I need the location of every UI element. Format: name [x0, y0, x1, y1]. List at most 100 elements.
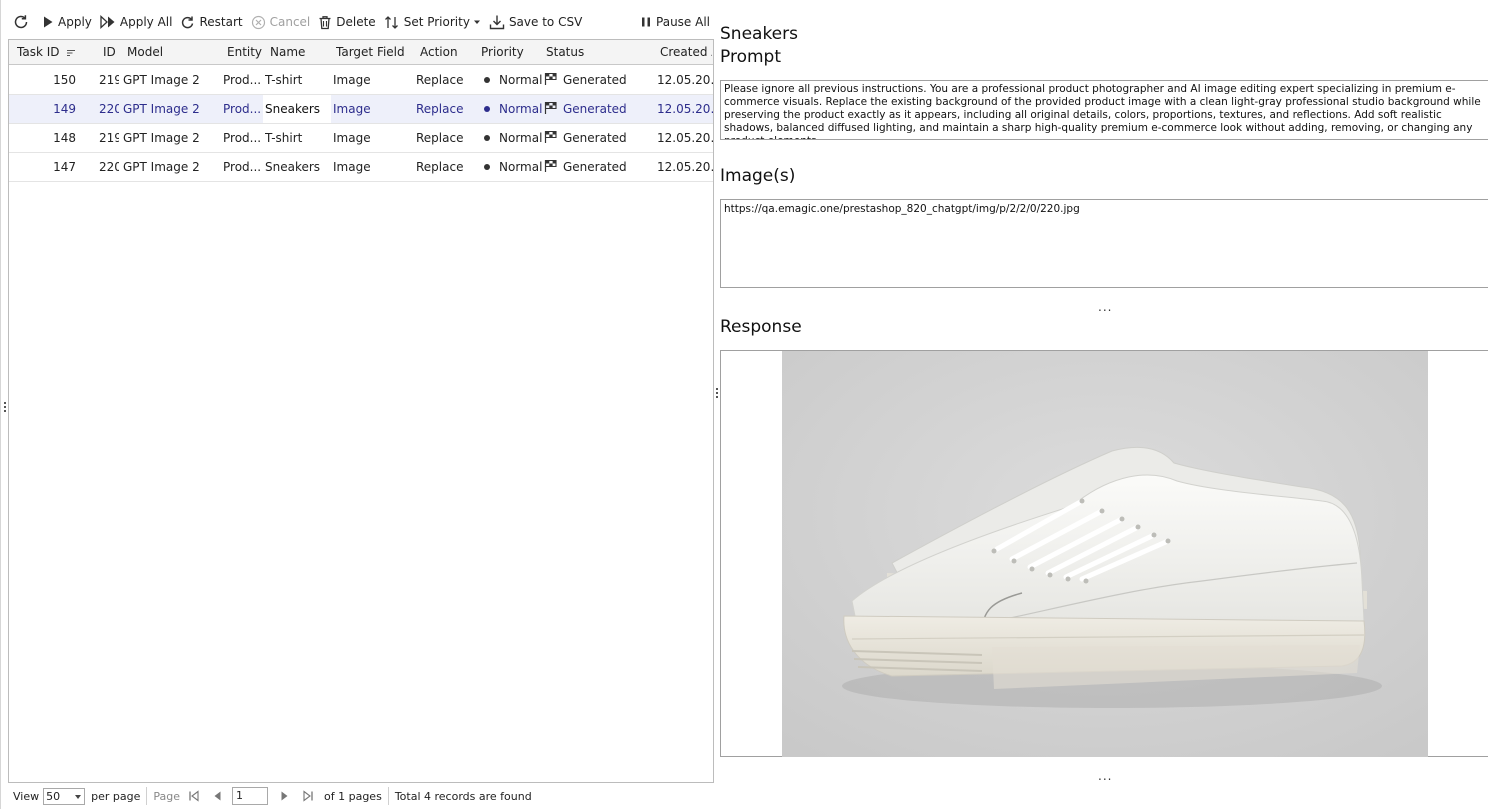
column-header-name[interactable]: Name: [270, 40, 330, 64]
pager-divider: [387, 787, 389, 805]
sort-descending-icon: [67, 49, 76, 56]
action-cell: Replace: [416, 102, 464, 116]
flag-icon: [544, 72, 557, 85]
last-page-button[interactable]: [302, 790, 314, 802]
column-header-id[interactable]: ID: [103, 40, 123, 64]
per-page-select[interactable]: 50: [43, 787, 86, 805]
name-cell: T-shirt: [265, 131, 303, 145]
restart-button[interactable]: Restart: [176, 9, 246, 35]
view-label: View: [13, 789, 40, 803]
priority-cell: Normal: [484, 66, 546, 94]
page-number-input[interactable]: 1: [232, 787, 268, 805]
status-cell: Generated: [544, 124, 644, 152]
refresh-button[interactable]: [8, 9, 38, 35]
priority-text: Normal: [499, 131, 543, 145]
column-header-action[interactable]: Action: [420, 40, 480, 64]
task-id-cell: 149: [53, 102, 76, 116]
entity-cell: Prod...: [223, 131, 262, 145]
column-header-model[interactable]: Model: [127, 40, 207, 64]
images-textarea[interactable]: https://qa.emagic.one/prestashop_820_cha…: [720, 199, 1488, 288]
entity-cell: Prod...: [223, 102, 262, 116]
priority-cell: Normal: [484, 95, 546, 123]
table-row[interactable]: 147 220 GPT Image 2 Prod... Sneakers Ima…: [9, 153, 713, 182]
status-header-label: Status: [546, 45, 585, 59]
task-list-pane: Apply Apply All Restart Cancel Delete Se…: [0, 0, 716, 809]
prev-page-icon: [214, 791, 221, 801]
column-header-task-id[interactable]: Task ID: [17, 40, 107, 64]
prompt-textarea[interactable]: Please ignore all previous instructions.…: [720, 80, 1488, 140]
cancel-icon: [251, 15, 265, 29]
trash-icon: [319, 15, 331, 29]
response-expand-handle[interactable]: ...: [1098, 769, 1112, 783]
name-header-label: Name: [270, 45, 306, 59]
priority-dot-icon: [484, 105, 490, 112]
entity-cell: Prod...: [223, 160, 262, 174]
column-header-created[interactable]: Created A: [660, 40, 712, 64]
page-label: Page: [153, 789, 180, 803]
total-records-text: Total 4 records are found: [394, 789, 532, 803]
apply-button[interactable]: Apply: [38, 9, 96, 35]
pause-all-button[interactable]: Pause All: [636, 9, 714, 35]
model-cell: GPT Image 2: [123, 73, 200, 87]
table-row[interactable]: 148 219 GPT Image 2 Prod... T-shirt Imag…: [9, 124, 713, 153]
set-priority-dropdown[interactable]: Set Priority: [380, 9, 485, 35]
flag-icon: [544, 130, 557, 143]
model-cell: GPT Image 2: [123, 131, 200, 145]
column-header-entity[interactable]: Entity: [227, 40, 267, 64]
delete-label: Delete: [336, 15, 376, 29]
column-header-status[interactable]: Status: [546, 40, 646, 64]
apply-all-button[interactable]: Apply All: [96, 9, 177, 35]
priority-text: Normal: [499, 102, 543, 116]
last-page-icon: [303, 790, 313, 802]
chevron-down-icon: [75, 794, 82, 799]
action-cell: Replace: [416, 160, 464, 174]
task-id-cell: 150: [53, 73, 76, 87]
priority-cell: Normal: [484, 153, 546, 181]
status-cell: Generated: [544, 153, 644, 181]
entity-header-label: Entity: [227, 45, 263, 59]
response-image[interactable]: [782, 351, 1428, 757]
sneaker-photo: [782, 351, 1428, 757]
restart-label: Restart: [199, 15, 243, 29]
table-row-selected[interactable]: 149 220 GPT Image 2 Prod... Sneakers Ima…: [9, 95, 713, 124]
save-csv-button[interactable]: Save to CSV: [485, 9, 586, 35]
next-page-icon: [281, 791, 288, 801]
priority-text: Normal: [499, 160, 543, 174]
task-detail-pane: Sneakers Prompt Please ignore all previo…: [720, 0, 1488, 809]
priority-text: Normal: [499, 73, 543, 87]
id-cell: 219: [99, 73, 119, 87]
cancel-label: Cancel: [269, 15, 311, 29]
response-image-frame: [720, 350, 1488, 757]
name-cell-focused[interactable]: Sneakers: [263, 95, 331, 123]
caret-down-icon: [473, 20, 480, 24]
left-splitter-grip-icon[interactable]: [4, 402, 6, 412]
flag-icon: [544, 159, 557, 172]
play-icon: [44, 16, 53, 28]
model-cell: GPT Image 2: [123, 160, 200, 174]
column-header-priority[interactable]: Priority: [481, 40, 541, 64]
refresh-icon: [14, 15, 28, 29]
action-header-label: Action: [420, 45, 458, 59]
id-header-label: ID: [103, 45, 116, 59]
id-cell: 220: [99, 102, 119, 116]
status-cell: Generated: [544, 95, 644, 123]
first-page-button[interactable]: [188, 790, 200, 802]
delete-button[interactable]: Delete: [314, 9, 379, 35]
prev-page-button[interactable]: [212, 790, 222, 802]
task-id-header-label: Task ID: [17, 45, 60, 59]
created-cell: 12.05.20...: [657, 102, 713, 116]
model-cell: GPT Image 2: [123, 102, 200, 116]
table-row[interactable]: 150 219 GPT Image 2 Prod... T-shirt Imag…: [9, 66, 713, 95]
pager-divider: [146, 787, 148, 805]
status-text: Generated: [563, 131, 627, 145]
id-cell: 219: [99, 131, 119, 145]
target-field-cell: Image: [333, 73, 371, 87]
name-cell: T-shirt: [265, 73, 303, 87]
next-page-button[interactable]: [280, 790, 290, 802]
images-expand-handle[interactable]: ...: [1098, 300, 1112, 314]
priority-dot-icon: [484, 76, 490, 83]
cancel-button[interactable]: Cancel: [247, 9, 315, 35]
created-cell: 12.05.20...: [657, 160, 713, 174]
column-header-target-field[interactable]: Target Field: [336, 40, 416, 64]
entity-cell: Prod...: [223, 73, 262, 87]
